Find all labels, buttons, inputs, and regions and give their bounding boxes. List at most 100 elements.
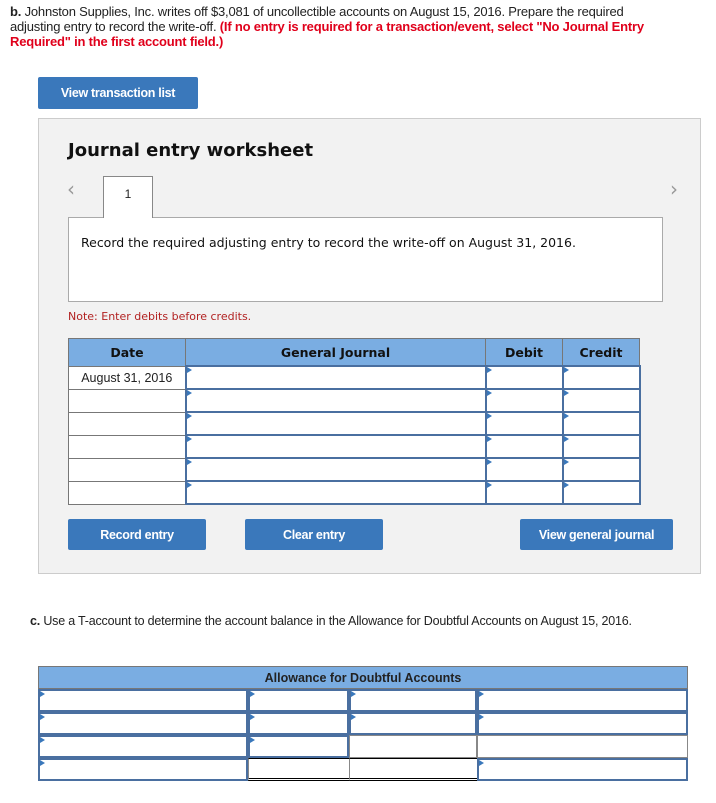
dropdown-marker-icon <box>40 737 45 743</box>
account-input[interactable] <box>184 434 487 459</box>
dropdown-marker-icon <box>486 413 492 419</box>
credit-amount-input[interactable] <box>349 689 477 712</box>
table-row <box>68 388 641 413</box>
credit-amount-input[interactable] <box>349 712 477 735</box>
question-c-text: Use a T-account to determine the account… <box>43 614 632 628</box>
worksheet-title: Journal entry worksheet <box>68 140 314 161</box>
t-account-row <box>38 689 688 712</box>
dropdown-marker-icon <box>186 390 192 396</box>
blank-cell <box>349 735 477 758</box>
prev-arrow-icon[interactable]: ‹ <box>67 177 75 201</box>
t-account: Allowance for Doubtful Accounts <box>38 666 688 781</box>
view-general-journal-button[interactable]: View general journal <box>520 519 673 550</box>
table-row <box>68 480 641 505</box>
balance-label-input[interactable] <box>38 758 248 781</box>
dropdown-marker-icon <box>186 413 192 419</box>
dropdown-marker-icon <box>186 459 192 465</box>
dropdown-marker-icon <box>486 390 492 396</box>
dropdown-marker-icon <box>479 714 484 720</box>
dropdown-marker-icon <box>40 760 45 766</box>
account-input[interactable] <box>184 411 487 436</box>
question-b-label: b. <box>10 4 22 19</box>
debit-input[interactable] <box>484 411 564 436</box>
table-row <box>68 434 641 459</box>
credit-label-input[interactable] <box>477 689 688 712</box>
credit-input[interactable] <box>561 457 641 482</box>
dropdown-marker-icon <box>351 714 356 720</box>
t-account-balance-row <box>38 758 688 781</box>
dropdown-marker-icon <box>250 714 255 720</box>
dropdown-marker-icon <box>40 691 45 697</box>
date-cell <box>68 388 186 413</box>
date-cell <box>68 480 186 505</box>
dropdown-marker-icon <box>563 390 569 396</box>
debit-input[interactable] <box>484 388 564 413</box>
dropdown-marker-icon <box>563 436 569 442</box>
credit-input[interactable] <box>561 434 641 459</box>
debit-input[interactable] <box>484 457 564 482</box>
account-input[interactable] <box>184 457 487 482</box>
account-input[interactable] <box>184 480 487 505</box>
date-cell: August 31, 2016 <box>68 365 186 390</box>
debit-label-input[interactable] <box>38 712 248 735</box>
credit-input[interactable] <box>561 365 641 390</box>
dropdown-marker-icon <box>486 482 492 488</box>
debit-input[interactable] <box>484 480 564 505</box>
dropdown-marker-icon <box>563 459 569 465</box>
debit-amount-input[interactable] <box>248 689 349 712</box>
date-cell <box>68 457 186 482</box>
date-cell <box>68 434 186 459</box>
blank-cell <box>349 758 477 781</box>
dropdown-marker-icon <box>40 714 45 720</box>
account-input[interactable] <box>184 365 487 390</box>
t-account-title: Allowance for Doubtful Accounts <box>38 666 688 689</box>
dropdown-marker-icon <box>250 691 255 697</box>
debit-label-input[interactable] <box>38 689 248 712</box>
header-date: Date <box>68 338 186 367</box>
question-b: b. Johnston Supplies, Inc. writes off $3… <box>10 4 650 49</box>
credit-input[interactable] <box>561 411 641 436</box>
dropdown-marker-icon <box>250 737 255 743</box>
question-c: c. Use a T-account to determine the acco… <box>30 614 670 629</box>
table-row: August 31, 2016 <box>68 365 641 390</box>
blank-cell <box>248 758 349 781</box>
dropdown-marker-icon <box>563 367 569 373</box>
dropdown-marker-icon <box>486 459 492 465</box>
view-transaction-list-button[interactable]: View transaction list <box>38 77 198 109</box>
debits-note: Note: Enter debits before credits. <box>68 310 252 323</box>
dropdown-marker-icon <box>563 482 569 488</box>
dropdown-marker-icon <box>479 691 484 697</box>
header-general-journal: General Journal <box>185 338 486 367</box>
debit-input[interactable] <box>484 365 564 390</box>
clear-entry-button[interactable]: Clear entry <box>245 519 383 550</box>
worksheet-instruction: Record the required adjusting entry to r… <box>68 217 663 302</box>
t-account-row <box>38 712 688 735</box>
table-row <box>68 411 641 436</box>
table-row <box>68 457 641 482</box>
dropdown-marker-icon <box>486 436 492 442</box>
credit-input[interactable] <box>561 480 641 505</box>
t-account-row <box>38 735 688 758</box>
debit-input[interactable] <box>484 434 564 459</box>
credit-input[interactable] <box>561 388 641 413</box>
dropdown-marker-icon <box>186 436 192 442</box>
next-arrow-icon[interactable]: › <box>670 177 678 201</box>
dropdown-marker-icon <box>186 367 192 373</box>
credit-label-input[interactable] <box>477 712 688 735</box>
dropdown-marker-icon <box>479 760 484 766</box>
account-input[interactable] <box>184 388 487 413</box>
record-entry-button[interactable]: Record entry <box>68 519 206 550</box>
debit-amount-input[interactable] <box>248 712 349 735</box>
dropdown-marker-icon <box>486 367 492 373</box>
tab-1[interactable]: 1 <box>103 176 153 218</box>
journal-table: Date General Journal Debit Credit August… <box>68 338 641 505</box>
date-cell <box>68 411 186 436</box>
debit-label-input[interactable] <box>38 735 248 758</box>
blank-cell <box>477 735 688 758</box>
header-credit: Credit <box>562 338 640 367</box>
debit-amount-input[interactable] <box>248 735 349 758</box>
header-debit: Debit <box>485 338 563 367</box>
journal-entry-worksheet: Journal entry worksheet ‹ › 1 Record the… <box>38 118 701 574</box>
balance-amount-input[interactable] <box>477 758 688 781</box>
dropdown-marker-icon <box>186 482 192 488</box>
